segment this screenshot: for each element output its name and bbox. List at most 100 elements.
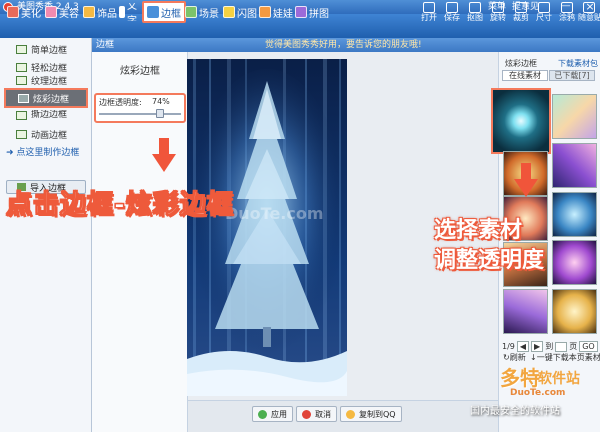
sidebar-item-texture[interactable]: 纹理边框 bbox=[4, 74, 88, 86]
prev-page-button[interactable]: ◀ bbox=[516, 341, 530, 352]
download-page-link[interactable]: ↓一键下载本页素材 bbox=[530, 352, 600, 363]
border-icon bbox=[147, 6, 159, 18]
tab-downloaded-materials[interactable]: 已下载[7] bbox=[549, 70, 595, 81]
refresh-label: 刷新 bbox=[509, 353, 526, 362]
annotation-select-material: 选择素材 bbox=[434, 218, 523, 243]
tab-collage[interactable]: 拼图 bbox=[292, 3, 332, 21]
sidebar-item-label: 动画边框 bbox=[31, 130, 68, 141]
material-thumb[interactable] bbox=[552, 192, 597, 237]
page-number-input[interactable] bbox=[555, 341, 568, 352]
make-border-link-text: 点这里制作边框 bbox=[16, 148, 80, 158]
cutout-button[interactable]: 抠图 bbox=[464, 0, 486, 24]
watermark-brand-suffix: 软件站 bbox=[538, 371, 580, 387]
sidebar-item-animated[interactable]: 动画边框 bbox=[4, 125, 88, 143]
crop-icon bbox=[515, 2, 527, 13]
watermark-tagline: 国内最安全的软件站 bbox=[470, 406, 560, 417]
material-thumb[interactable] bbox=[552, 143, 597, 188]
tool-label: 抠图 bbox=[467, 13, 483, 22]
tab-doll[interactable]: 娃娃 bbox=[256, 3, 296, 21]
material-thumb[interactable] bbox=[552, 289, 597, 334]
crop-button[interactable]: 裁剪 bbox=[510, 0, 532, 24]
sticker-button[interactable]: 随意贴 bbox=[578, 0, 600, 24]
cancel-button[interactable]: 取消 bbox=[296, 406, 337, 422]
download-pack-link[interactable]: 下载素材包 bbox=[558, 58, 598, 69]
sidebar-item-simple[interactable]: 简单边框 bbox=[4, 40, 88, 58]
tab-accessories[interactable]: 饰品 bbox=[80, 3, 120, 21]
tab-label: 文字 bbox=[127, 3, 137, 21]
tab-beautify[interactable]: 美化 bbox=[4, 3, 44, 21]
cancel-label: 取消 bbox=[315, 409, 331, 419]
apply-button[interactable]: 应用 bbox=[252, 406, 293, 422]
tool-label: 涂鸦 bbox=[559, 13, 575, 22]
material-thumb[interactable] bbox=[503, 289, 548, 334]
preview-image[interactable]: DuoTe.com bbox=[187, 59, 347, 396]
makeup-icon bbox=[45, 6, 57, 18]
copy-to-qq-label: 复制到QQ bbox=[359, 409, 396, 419]
opacity-slider-handle[interactable] bbox=[155, 109, 164, 118]
check-icon bbox=[258, 409, 267, 419]
frame-icon bbox=[16, 62, 27, 72]
frame-icon bbox=[16, 129, 27, 139]
tab-border[interactable]: 边框 bbox=[142, 1, 186, 23]
tab-label: 美化 bbox=[21, 8, 41, 20]
tool-label: 裁剪 bbox=[513, 13, 529, 22]
cutout-icon bbox=[469, 2, 481, 13]
opacity-slider-track[interactable] bbox=[99, 113, 181, 115]
opacity-label: 边框透明度: bbox=[99, 98, 142, 107]
notice-text: 觉得美图秀秀好用，要告诉您的朋友哦! bbox=[265, 40, 422, 50]
sidebar-item-label: 纹理边框 bbox=[31, 76, 68, 87]
tool-label: 旋转 bbox=[490, 13, 506, 22]
doll-icon bbox=[259, 6, 271, 18]
page-word: 页 bbox=[569, 342, 578, 351]
download-page-label: 一键下载本页素材 bbox=[536, 353, 600, 362]
tool-label: 打开 bbox=[421, 13, 437, 22]
tab-online-materials[interactable]: 在线素材 bbox=[502, 70, 548, 81]
resize-icon bbox=[538, 2, 550, 13]
annotation-adjust-opacity: 调整透明度 bbox=[434, 248, 545, 273]
tab-makeup[interactable]: 美容 bbox=[42, 3, 82, 21]
open-button[interactable]: 打开 bbox=[418, 0, 440, 24]
sidebar-item-label: 炫彩边框 bbox=[33, 94, 70, 105]
rotate-button[interactable]: 旋转 bbox=[487, 0, 509, 24]
qq-icon bbox=[346, 409, 355, 419]
next-page-button[interactable]: ▶ bbox=[531, 341, 544, 352]
panel-title: 边框 bbox=[96, 40, 115, 50]
copy-to-qq-button[interactable]: 复制到QQ bbox=[340, 406, 402, 422]
tab-label: 场景 bbox=[199, 8, 219, 20]
scene-icon bbox=[185, 6, 197, 18]
material-thumb[interactable] bbox=[552, 94, 597, 139]
tab-flash[interactable]: 闪图 bbox=[220, 3, 260, 21]
sidebar-item-colorful[interactable]: 炫彩边框 bbox=[4, 88, 88, 108]
resize-button[interactable]: 尺寸 bbox=[533, 0, 555, 24]
tab-label: 饰品 bbox=[97, 8, 117, 20]
accessories-icon bbox=[83, 6, 95, 18]
frame-icon bbox=[18, 93, 29, 103]
cancel-icon bbox=[302, 409, 311, 419]
sidebar-item-torn[interactable]: 撕边边框 bbox=[4, 110, 88, 120]
watermark-brand: 多特 bbox=[500, 366, 540, 390]
arrow-down-annotation bbox=[152, 138, 176, 172]
watermark-url: DuoTe.com bbox=[510, 388, 566, 398]
frame-icon bbox=[16, 111, 27, 120]
frame-icon bbox=[16, 44, 27, 54]
opacity-value: 74% bbox=[152, 97, 170, 106]
material-thumb[interactable] bbox=[552, 240, 597, 285]
beautify-icon bbox=[7, 6, 19, 18]
page-indicator: 1/9 bbox=[502, 342, 515, 351]
tab-text[interactable]: 文字 bbox=[116, 3, 140, 21]
annotation-main: 点击边框-炫彩边框 bbox=[6, 190, 234, 221]
tab-scene[interactable]: 场景 bbox=[182, 3, 222, 21]
image-watermark: DuoTe.com bbox=[225, 204, 324, 223]
tab-label: 美容 bbox=[59, 8, 79, 20]
brush-icon bbox=[561, 2, 573, 13]
go-button[interactable]: GO bbox=[579, 341, 598, 352]
doodle-button[interactable]: 涂鸦 bbox=[556, 0, 578, 24]
sidebar-item-label: 撕边边框 bbox=[31, 110, 68, 120]
tab-label: 闪图 bbox=[237, 8, 257, 20]
make-border-link[interactable]: ➜ 点这里制作边框 bbox=[6, 145, 79, 158]
save-button[interactable]: 保存 bbox=[441, 0, 463, 24]
rotate-icon bbox=[492, 2, 504, 13]
flash-icon bbox=[223, 6, 235, 18]
material-thumb-selected[interactable] bbox=[491, 88, 551, 154]
frame-icon bbox=[16, 75, 27, 85]
